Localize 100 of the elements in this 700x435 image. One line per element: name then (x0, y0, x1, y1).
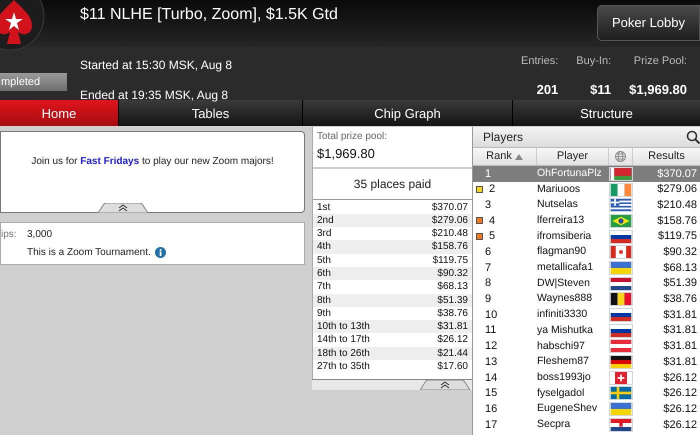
player-rank: 12 (485, 339, 498, 354)
prize-place: 6th (317, 266, 331, 280)
flag-icon (609, 198, 633, 212)
flag-icon (609, 166, 633, 181)
stat-value: 201 (536, 80, 558, 98)
prize-place: 27th to 35th (317, 360, 370, 374)
flag-icon (609, 386, 633, 400)
player-result: $38.76 (662, 292, 698, 308)
prize-place: 5th (317, 254, 331, 267)
collapse-tab-icon[interactable] (98, 203, 148, 213)
player-name: ifromsiberia (537, 228, 592, 244)
player-result: $31.81 (662, 323, 698, 338)
player-rank: 2 (489, 182, 496, 198)
tab[interactable]: Tables (119, 100, 302, 126)
player-rank: 1 (485, 166, 492, 182)
flag-icon (609, 260, 633, 275)
sort-ascending-icon (514, 154, 523, 160)
player-name: Fleshem87 (537, 354, 590, 370)
flag-icon (609, 355, 633, 370)
player-name: OhFortunaPlz (537, 166, 603, 181)
player-result: $90.32 (662, 245, 698, 260)
player-rank: 7 (485, 260, 492, 276)
zoom-note: This is a Zoom Tournament. (27, 246, 151, 260)
player-result: $31.81 (662, 308, 698, 323)
prize-amount: $90.32 (437, 266, 468, 280)
player-row[interactable]: 2 Mariuoos $279.06 (473, 182, 700, 198)
player-result: $370.07 (656, 166, 698, 182)
flag-icon (609, 214, 633, 228)
player-result: $158.76 (656, 214, 698, 229)
prize-amount: $210.48 (432, 227, 468, 240)
info-icon[interactable] (154, 247, 166, 258)
player-name: DW|Steven (537, 276, 591, 291)
flag-icon (609, 182, 633, 197)
banner-text: Join us for Fast Fridays to play our new Zoom majors! (31, 155, 274, 169)
player-result: $31.81 (662, 339, 698, 354)
player-name: boss1993jo (537, 370, 592, 385)
prize-amount: $279.06 (432, 214, 468, 228)
player-result: $26.12 (662, 386, 698, 402)
player-rank: 5 (489, 229, 496, 244)
flag-icon (609, 245, 633, 260)
poker-lobby-button[interactable]: Poker Lobby (597, 5, 700, 41)
prize-place: 9th (317, 306, 331, 320)
chips-value: 3,000 (27, 228, 52, 242)
stat-label: Entries: (521, 54, 558, 69)
prize-place: 2nd (317, 214, 334, 228)
prize-amount: $370.07 (432, 200, 468, 214)
player-result: $51.39 (662, 276, 698, 292)
player-name: ya Mishutka (537, 322, 594, 338)
players-title: Players (483, 129, 524, 146)
player-name: Nutselas (537, 197, 579, 212)
prize-amount: $26.12 (437, 333, 468, 347)
player-name: Mariuoos (537, 182, 582, 197)
flag-icon (609, 418, 633, 432)
total-prize-label: Total prize pool: (317, 130, 388, 144)
player-rank: 17 (485, 418, 498, 433)
player-result: $26.12 (662, 370, 698, 386)
collapse-tab-icon[interactable] (420, 380, 470, 390)
chips-label: ips: (1, 228, 18, 242)
column-header[interactable]: Player (537, 148, 609, 165)
start-time: Started at 15:30 MSK, Aug 8 (80, 57, 232, 74)
column-header[interactable]: Rank (473, 148, 537, 165)
tab[interactable]: Structure (513, 100, 700, 126)
player-rank: 15 (485, 386, 498, 402)
tournament-title: $11 NLHE [Turbo, Zoom], $1.5K Gtd (80, 5, 338, 25)
prize-amount: $158.76 (432, 240, 468, 254)
tab[interactable]: Chip Graph (303, 100, 512, 126)
tab[interactable]: Home (0, 100, 118, 126)
player-result: $119.75 (657, 229, 698, 244)
player-rank: 9 (485, 292, 492, 308)
search-icon[interactable] (686, 130, 700, 144)
flag-icon (609, 324, 633, 338)
prize-place: 3rd (317, 227, 332, 240)
flag-icon (609, 402, 633, 416)
player-name: EugeneShev (537, 401, 598, 416)
prize-amount: $31.81 (437, 320, 468, 334)
prize-amount: $68.13 (437, 280, 468, 294)
column-header[interactable]: Results (633, 148, 700, 165)
player-rank: 14 (485, 370, 498, 386)
player-result: $26.12 (662, 402, 698, 417)
prize-place: 7th (317, 280, 331, 294)
player-rank: 11 (485, 323, 496, 338)
globe-icon[interactable] (615, 151, 626, 162)
status-badge: mpleted (0, 73, 67, 91)
player-name: fyselgadol (537, 386, 586, 401)
player-rank: 13 (485, 354, 498, 370)
flag-icon (609, 370, 633, 385)
player-row[interactable]: 1 OhFortunaPlz $370.07 (473, 166, 700, 182)
prize-amount: $51.39 (437, 294, 468, 307)
player-rank: 10 (485, 308, 498, 323)
prize-place: 18th to 26th (317, 346, 370, 360)
player-rank: 3 (485, 198, 492, 213)
flag-icon (609, 230, 633, 244)
prize-place: 10th to 13th (317, 320, 370, 334)
prize-amount: $119.75 (432, 254, 468, 267)
stat-label: Prize Pool: (634, 54, 687, 69)
prize-amount: $21.44 (437, 346, 468, 360)
player-rank: 8 (485, 276, 492, 292)
player-name: metallicafa1 (537, 260, 594, 276)
player-result: $210.48 (656, 198, 698, 213)
prize-amount: $17.60 (437, 360, 468, 374)
